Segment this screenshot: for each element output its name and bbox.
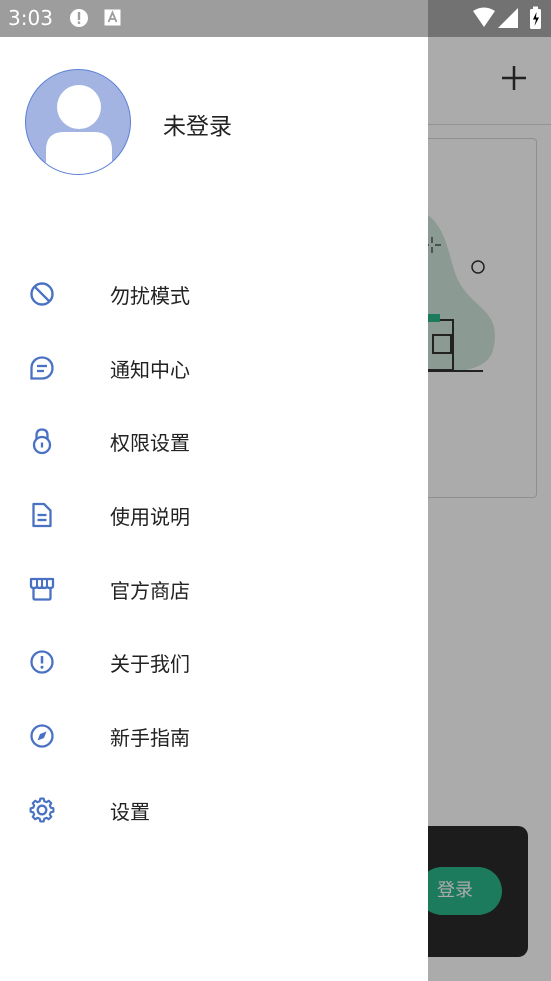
user-avatar-icon bbox=[46, 85, 112, 174]
do-not-disturb-icon bbox=[30, 282, 54, 306]
status-icons bbox=[473, 6, 541, 29]
avatar[interactable] bbox=[25, 69, 131, 175]
gear-icon bbox=[29, 797, 55, 823]
menu-item-label: 勿扰模式 bbox=[110, 284, 190, 308]
menu-item-settings[interactable]: 设置 bbox=[0, 780, 428, 840]
wifi-icon bbox=[473, 7, 495, 27]
menu-item-label: 使用说明 bbox=[110, 505, 190, 529]
status-bar: 3:03 bbox=[0, 0, 551, 37]
menu-item-beginner-guide[interactable]: 新手指南 bbox=[0, 706, 428, 766]
menu-item-official-store[interactable]: 官方商店 bbox=[0, 559, 428, 619]
menu-item-label: 新手指南 bbox=[110, 726, 190, 750]
menu-item-notification-center[interactable]: 通知中心 bbox=[0, 338, 428, 398]
menu-item-label: 官方商店 bbox=[110, 579, 190, 603]
menu-item-label: 设置 bbox=[110, 800, 150, 824]
menu-item-label: 权限设置 bbox=[110, 431, 190, 455]
username-label[interactable]: 未登录 bbox=[163, 107, 232, 141]
menu-item-about-us[interactable]: 关于我们 bbox=[0, 632, 428, 692]
navigation-drawer: 未登录 勿扰模式 通知中心 权限设置 使用说明 官方商店 关于我们 新手指南 设… bbox=[0, 37, 428, 981]
font-icon bbox=[104, 9, 121, 26]
document-icon bbox=[32, 502, 52, 528]
alert-icon bbox=[70, 9, 88, 27]
status-time: 3:03 bbox=[8, 6, 53, 30]
message-icon bbox=[30, 356, 54, 380]
store-icon bbox=[29, 577, 55, 601]
menu-item-do-not-disturb[interactable]: 勿扰模式 bbox=[0, 264, 428, 324]
menu-item-permissions[interactable]: 权限设置 bbox=[0, 411, 428, 471]
menu-item-label: 关于我们 bbox=[110, 652, 190, 676]
menu-item-label: 通知中心 bbox=[110, 358, 190, 382]
compass-icon bbox=[30, 724, 54, 748]
lock-icon bbox=[32, 428, 52, 455]
signal-icon bbox=[498, 8, 518, 28]
menu-item-instructions[interactable]: 使用说明 bbox=[0, 485, 428, 545]
info-icon bbox=[30, 650, 54, 674]
